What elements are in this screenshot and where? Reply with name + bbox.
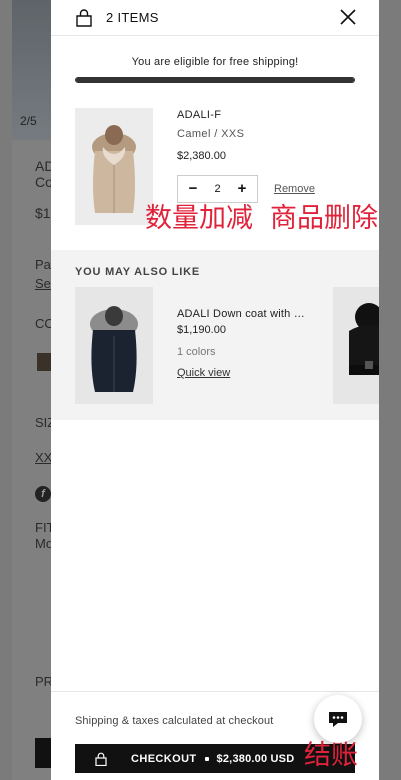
checkout-label: CHECKOUT [131, 752, 197, 765]
cart-item-name[interactable]: ADALI-F [177, 109, 221, 121]
recommendation-colors: 1 colors [177, 346, 216, 358]
recommendation-image[interactable] [75, 287, 153, 404]
separator-dot [204, 756, 209, 761]
annotation-checkout: 结账 [304, 740, 358, 771]
recommendations-heading: YOU MAY ALSO LIKE [75, 266, 201, 278]
background-f-icon: f [35, 486, 51, 502]
quantity-increase-button[interactable]: + [235, 181, 249, 196]
recommendation-image-2[interactable] [333, 287, 379, 404]
coat-image-icon [92, 124, 136, 213]
checkout-total: $2,380.00 USD [216, 752, 295, 765]
quantity-decrease-button[interactable]: − [186, 181, 200, 196]
recommendation-name[interactable]: ADALI Down coat with … [177, 308, 317, 320]
quick-view-link[interactable]: Quick view [177, 367, 230, 379]
cart-item-image[interactable] [75, 108, 153, 225]
cart-item-variant: Camel / XXS [177, 128, 245, 140]
cart-item-price: $2,380.00 [177, 150, 226, 162]
image-counter: 2/5 [20, 114, 37, 128]
dark-coat-image-icon [90, 305, 138, 392]
recommendations-section: YOU MAY ALSO LIKE ADALI Down coat with …… [51, 250, 379, 420]
background-price: $1 [35, 205, 51, 221]
remove-item-link[interactable]: Remove [274, 183, 315, 195]
recommendation-price: $1,190.00 [177, 324, 226, 336]
background-color-swatch [37, 353, 51, 371]
annotation-remove: 商品删除 [270, 203, 378, 234]
lock-icon [95, 752, 107, 766]
annotation-quantity: 数量加减 [145, 203, 253, 234]
background-size-value: XX [35, 450, 53, 465]
quantity-stepper: − 2 + [177, 175, 258, 203]
beanie-image-icon [349, 303, 379, 375]
checkout-note: Shipping & taxes calculated at checkout [75, 715, 274, 727]
chat-button[interactable] [314, 695, 362, 743]
quantity-value: 2 [214, 183, 221, 195]
chat-icon [329, 712, 347, 727]
